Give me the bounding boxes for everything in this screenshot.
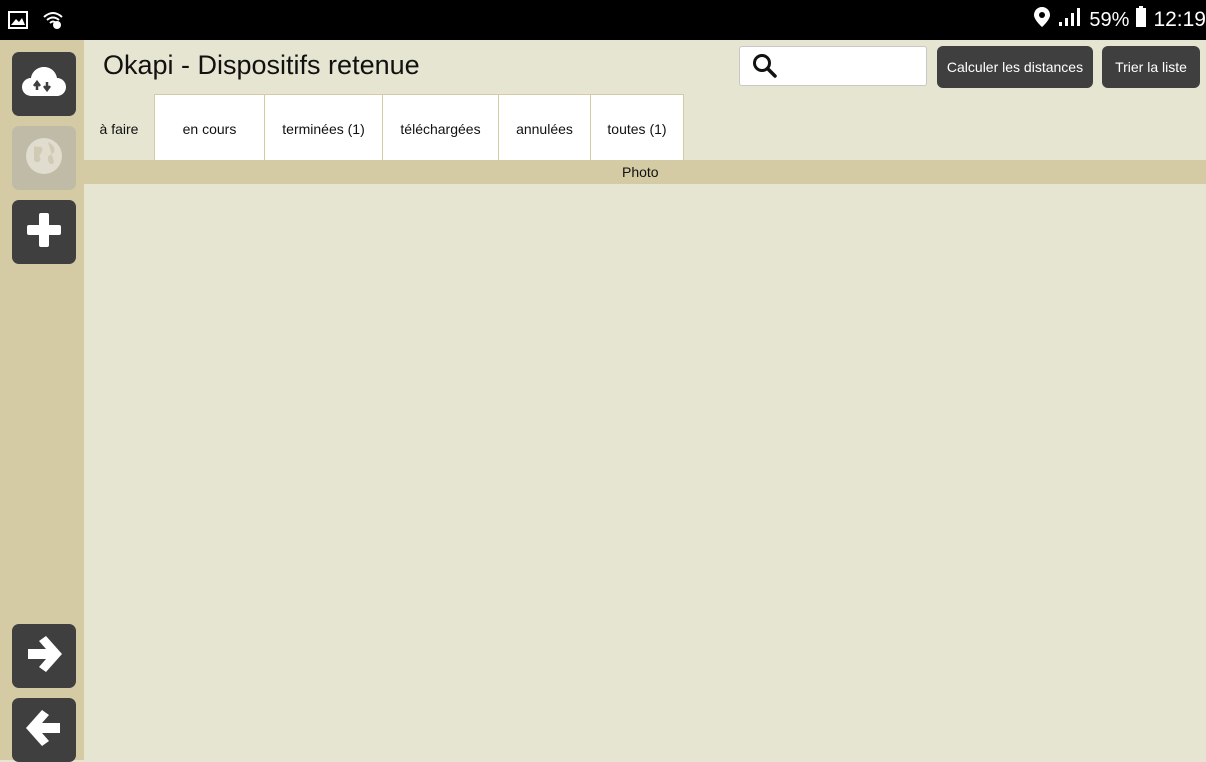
arrow-left-icon	[24, 708, 64, 753]
tab-label: toutes (1)	[607, 121, 667, 137]
previous-button[interactable]	[12, 698, 76, 762]
tab-annulees[interactable]: annulées	[499, 94, 591, 160]
tab-label: en cours	[182, 121, 237, 137]
sync-button[interactable]	[12, 52, 76, 116]
status-right: 59% 12:19	[1033, 0, 1206, 40]
tab-label: terminées (1)	[282, 121, 365, 137]
status-left-icons	[8, 10, 64, 35]
column-header-photo[interactable]: Photo	[622, 164, 659, 180]
tab-a-faire[interactable]: à faire	[84, 94, 155, 160]
tab-label: à faire	[99, 121, 139, 137]
tab-en-cours[interactable]: en cours	[155, 94, 265, 160]
sidebar	[0, 40, 84, 762]
tab-telechargees[interactable]: téléchargées	[383, 94, 499, 160]
tab-terminees[interactable]: terminées (1)	[265, 94, 383, 160]
tab-toutes[interactable]: toutes (1)	[591, 94, 684, 160]
cloud-sync-icon	[20, 64, 68, 105]
header: Okapi - Dispositifs retenue Calculer les…	[84, 40, 1206, 94]
tab-label: annulées	[516, 121, 573, 137]
list-content	[84, 184, 1206, 760]
plus-icon	[24, 210, 64, 255]
image-icon	[8, 11, 28, 34]
table-header: Photo	[84, 160, 1206, 184]
search-box[interactable]	[739, 46, 927, 86]
battery-icon	[1135, 6, 1147, 34]
clock: 12:19	[1153, 8, 1206, 31]
arrow-right-icon	[24, 634, 64, 679]
status-bar: 59% 12:19	[0, 0, 1206, 40]
tab-label: téléchargées	[400, 121, 481, 137]
map-button[interactable]	[12, 126, 76, 190]
tab-bar: à faire en cours terminées (1) télécharg…	[84, 94, 684, 160]
signal-icon	[1057, 7, 1083, 33]
page-title: Okapi - Dispositifs retenue	[103, 50, 420, 80]
next-button[interactable]	[12, 624, 76, 688]
search-icon[interactable]	[752, 53, 778, 84]
search-input[interactable]	[790, 53, 924, 81]
location-icon	[1033, 6, 1051, 34]
sort-list-button[interactable]: Trier la liste	[1102, 46, 1200, 88]
battery-text: 59%	[1089, 8, 1130, 31]
wifi-icon	[42, 10, 64, 35]
add-button[interactable]	[12, 200, 76, 264]
globe-icon	[24, 136, 64, 181]
compute-distances-button[interactable]: Calculer les distances	[937, 46, 1093, 88]
